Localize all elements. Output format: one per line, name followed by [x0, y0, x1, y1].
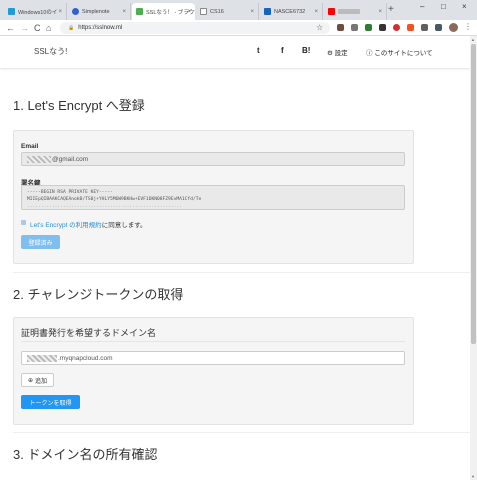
reload-icon[interactable]: C: [34, 21, 41, 35]
back-icon[interactable]: ←: [6, 21, 15, 35]
get-token-button[interactable]: トークンを取得: [21, 395, 80, 409]
tab-label: CS16: [210, 8, 224, 15]
terms-link[interactable]: Let's Encrypt の利用規約: [30, 222, 102, 229]
address-text: https://sslnow.ml: [78, 25, 123, 31]
section1-title: 1. Let's Encrypt へ登録: [13, 98, 145, 113]
settings-label: 設定: [334, 50, 348, 57]
email-label: Email: [21, 143, 39, 150]
address-bar[interactable]: 🔒 https://sslnow.ml: [60, 22, 330, 34]
tab-close-icon[interactable]: ×: [314, 9, 318, 15]
site-navbar: SSLなう! t f B! ⚙ 設定 ⓘ このサイトについて: [0, 36, 470, 68]
new-tab-button[interactable]: +: [388, 4, 394, 16]
twitter-icon[interactable]: t: [257, 46, 260, 55]
private-key-textarea[interactable]: -----BEGIN RSA PRIVATE KEY----- MIIEpQIBA…: [21, 185, 405, 210]
tab-close-icon[interactable]: ×: [378, 9, 382, 15]
tab-close-icon[interactable]: ×: [122, 9, 126, 15]
tab-label: NASCE6732: [274, 8, 306, 15]
section-divider: [13, 272, 470, 273]
legend-divider: [21, 341, 405, 342]
maximize-button[interactable]: □: [441, 2, 446, 11]
home-icon[interactable]: ⌂: [46, 21, 51, 35]
hatena-bookmark-icon[interactable]: B!: [302, 46, 310, 55]
browser-tab-bar: Windows10のイ × Simplenote × SSLなう！ - ブラウザ…: [0, 0, 477, 20]
email-value: @gmail.com: [52, 155, 89, 163]
opera-icon[interactable]: [393, 24, 400, 31]
tab-label: Simplenote: [82, 8, 110, 15]
redacted-text: [27, 155, 51, 163]
add-domain-button[interactable]: ⊕ 追加: [21, 373, 54, 387]
profile-avatar[interactable]: [449, 23, 458, 32]
extension-icon[interactable]: [379, 24, 386, 31]
extension-icon[interactable]: [337, 24, 344, 31]
tab-nasce[interactable]: NASCE6732 ×: [260, 3, 323, 20]
email-field[interactable]: @gmail.com: [21, 152, 405, 166]
extension-icon[interactable]: [365, 24, 372, 31]
tab-windows10[interactable]: Windows10のイ ×: [4, 3, 67, 20]
agree-label: Let's Encrypt の利用規約に同意します。: [30, 219, 147, 229]
tab-favicon-icon: [264, 8, 271, 15]
tab-favicon-icon: [8, 8, 15, 15]
info-icon: ⓘ: [366, 50, 373, 57]
scroll-down-icon[interactable]: ▼: [471, 474, 475, 479]
bookmark-star-icon[interactable]: ☆: [316, 21, 323, 35]
youtube-icon: [328, 8, 335, 15]
key-line: MIIEpQIBAAKCAQEAnokB/TS0j+YHLY5M6W9BKHw+…: [27, 197, 202, 202]
section-divider: [13, 432, 470, 433]
domain-value: .myqnapcloud.com: [58, 354, 113, 362]
extension-icon[interactable]: [435, 24, 442, 31]
key-line: ........................................…: [27, 204, 182, 209]
agree-checkbox[interactable]: [21, 220, 26, 225]
site-brand[interactable]: SSLなう!: [34, 46, 67, 57]
minimize-button[interactable]: –: [420, 2, 424, 11]
agree-text: に同意します。: [101, 222, 147, 229]
tab-close-icon[interactable]: ×: [250, 9, 254, 15]
plus-circle-icon: ⊕: [27, 377, 33, 384]
domain-input[interactable]: .myqnapcloud.com: [21, 351, 405, 365]
tab-close-icon[interactable]: ×: [58, 9, 62, 15]
scroll-up-icon[interactable]: ▲: [471, 37, 475, 42]
section2-title: 2. チャレンジトークンの取得: [13, 287, 184, 302]
tab-simplenote[interactable]: Simplenote ×: [68, 3, 131, 20]
browser-menu-icon[interactable]: ⋮: [464, 22, 472, 31]
tab-favicon-icon: [72, 8, 79, 15]
extension-icon[interactable]: [407, 24, 414, 31]
tab-label: Windows10のイ: [18, 9, 58, 16]
registered-button[interactable]: 登録済み: [21, 235, 60, 249]
extension-icon[interactable]: [351, 24, 358, 31]
close-window-button[interactable]: ×: [462, 2, 467, 11]
tab-label-placeholder: [338, 9, 360, 14]
tab-favicon-icon: [200, 8, 207, 15]
about-link[interactable]: ⓘ このサイトについて: [366, 47, 433, 57]
gear-icon: ⚙: [327, 50, 333, 57]
redacted-text: [27, 354, 57, 362]
tab-sslnow[interactable]: SSLなう！ - ブラウザ ×: [132, 3, 195, 20]
key-line: -----BEGIN RSA PRIVATE KEY-----: [27, 190, 113, 195]
forward-icon[interactable]: →: [20, 21, 29, 35]
domain-legend: 証明書発行を希望するドメイン名: [21, 328, 157, 338]
tab-favicon-icon: [136, 8, 143, 15]
tab-youtube[interactable]: ×: [324, 3, 387, 20]
settings-link[interactable]: ⚙ 設定: [327, 47, 348, 57]
scrollbar-thumb[interactable]: [471, 44, 476, 344]
extension-icon[interactable]: [421, 24, 428, 31]
facebook-icon[interactable]: f: [281, 46, 284, 55]
lock-icon: 🔒: [68, 25, 75, 31]
about-label: このサイトについて: [374, 50, 433, 57]
section3-title: 3. ドメイン名の所有確認: [13, 447, 158, 462]
add-label: 追加: [35, 378, 48, 385]
tab-cs16[interactable]: CS16 ×: [196, 3, 259, 20]
tab-close-icon[interactable]: ×: [187, 9, 191, 15]
browser-toolbar: ← → C ⌂ 🔒 https://sslnow.ml ☆ ⋮: [0, 20, 477, 36]
